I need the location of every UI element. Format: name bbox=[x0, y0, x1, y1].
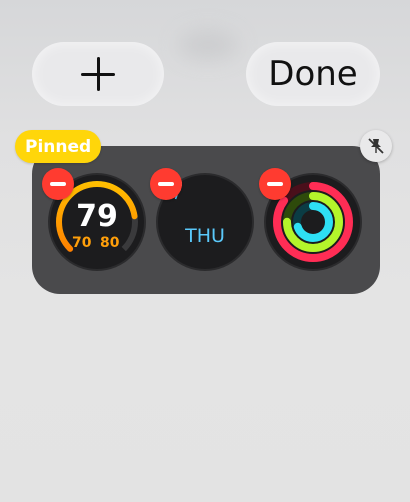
unpin-button[interactable] bbox=[360, 130, 392, 162]
minus-icon bbox=[50, 182, 66, 186]
current-temperature: 79 bbox=[76, 199, 118, 234]
remove-temperature-button[interactable] bbox=[42, 168, 74, 200]
low-temperature: 70 bbox=[72, 235, 92, 251]
remove-weather-button[interactable] bbox=[150, 168, 182, 200]
unpin-icon bbox=[368, 138, 384, 154]
done-label: Done bbox=[268, 54, 358, 94]
done-button[interactable]: Done bbox=[246, 42, 380, 106]
background-blur bbox=[178, 30, 238, 60]
add-button[interactable] bbox=[32, 42, 164, 106]
minus-icon bbox=[267, 182, 283, 186]
weather-day: THU bbox=[185, 225, 225, 247]
remove-activity-button[interactable] bbox=[259, 168, 291, 200]
pinned-badge: Pinned bbox=[15, 130, 102, 163]
high-temperature: 80 bbox=[100, 235, 120, 251]
plus-icon bbox=[81, 57, 115, 91]
pinned-label: Pinned bbox=[25, 136, 92, 157]
minus-icon bbox=[158, 182, 174, 186]
